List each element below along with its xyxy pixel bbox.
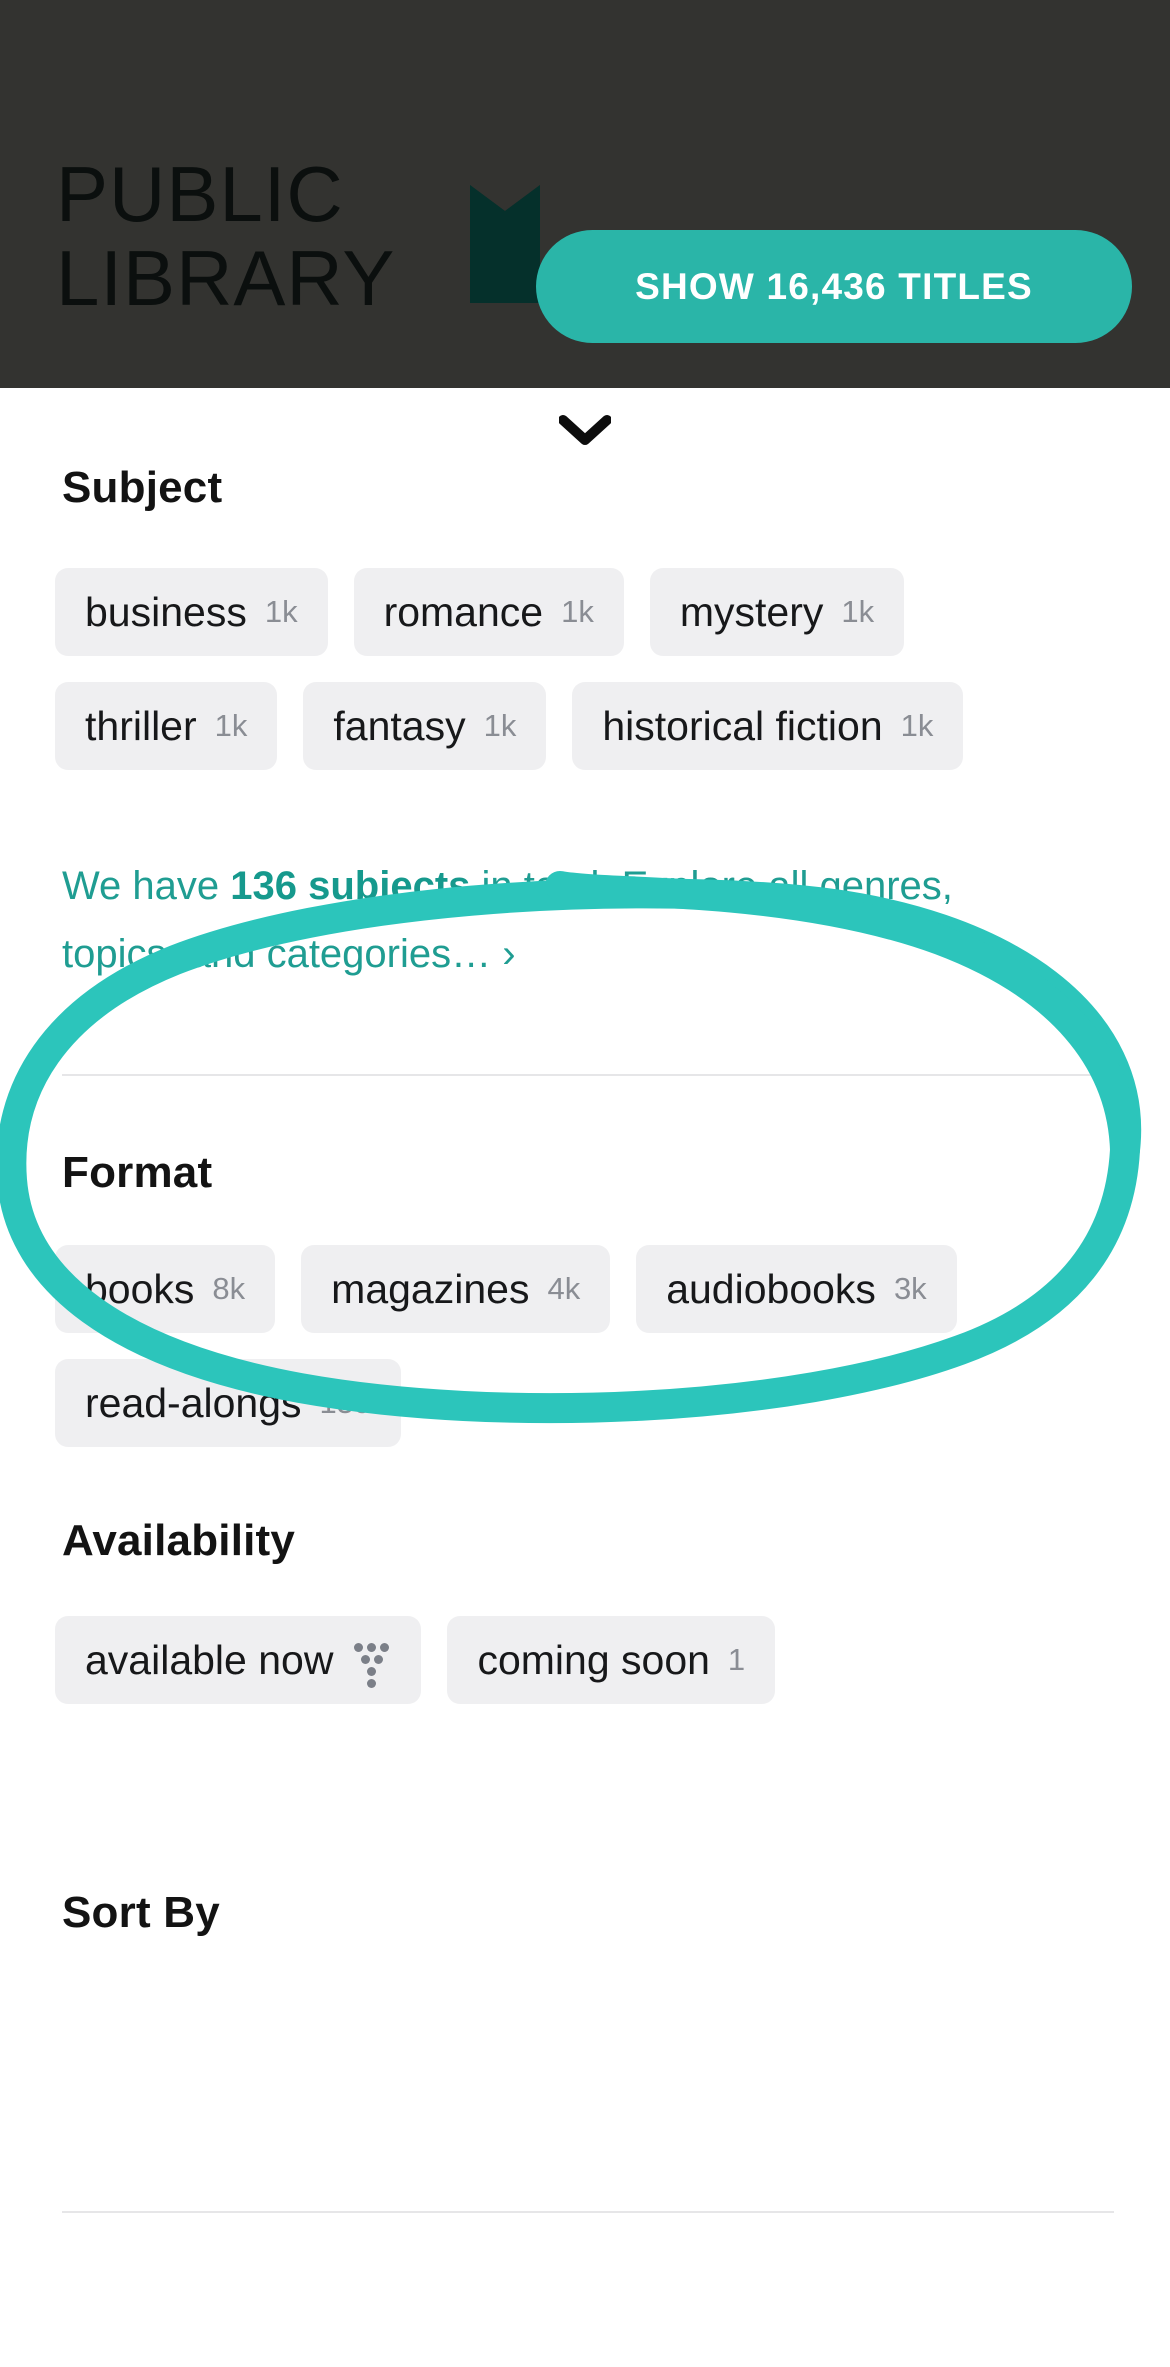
chip-label: books [85,1265,195,1312]
format-chip-magazines[interactable]: magazines 4k [301,1245,611,1333]
chip-count: 1k [900,708,934,743]
chip-label: business [85,588,247,635]
availability-chip-list: available now coming soon 1 [55,1616,1115,1704]
subject-section-title: Subject [62,463,223,512]
subject-chip-romance[interactable]: romance 1k [353,568,624,656]
chip-label: read-alongs [85,1379,302,1426]
app-header: PUBLIC LIBRARY SHOW 16,436 TITLES [0,0,1170,388]
subject-chip-historical-fiction[interactable]: historical fiction 1k [572,682,964,770]
chip-count: 1k [483,708,517,743]
brand-wordmark: PUBLIC LIBRARY [56,152,395,320]
chevron-right-icon: › [502,932,516,976]
chip-label: magazines [331,1265,530,1312]
chip-label: audiobooks [666,1265,876,1312]
chip-label: fantasy [333,702,466,749]
chip-label: mystery [679,588,824,635]
brand-line-1: PUBLIC [56,150,344,238]
divider [62,1074,1114,1076]
divider [62,2211,1114,2213]
filter-panel-screen: PUBLIC LIBRARY SHOW 16,436 TITLES Subjec… [0,0,1170,2367]
format-chip-list: books 8k magazines 4k audiobooks 3k read… [55,1245,1115,1447]
open-book-icon [470,185,540,303]
subject-chip-fantasy[interactable]: fantasy 1k [303,682,547,770]
explore-all-subjects-link[interactable]: We have 136 subjects in total. Explore a… [62,852,962,988]
chip-count: 1 [727,1642,746,1677]
subject-chip-list: business 1k romance 1k mystery 1k thrill… [55,568,1115,770]
subject-chip-business[interactable]: business 1k [55,568,328,656]
availability-chip-coming-soon[interactable]: coming soon 1 [447,1616,776,1704]
subject-chip-mystery[interactable]: mystery 1k [649,568,905,656]
chip-count: 1k [561,594,594,629]
availability-section-title: Availability [62,1516,296,1565]
chip-label: romance [383,588,544,635]
format-chip-books[interactable]: books 8k [55,1245,276,1333]
format-section-title: Format [62,1148,213,1197]
brand-line-2: LIBRARY [56,234,396,322]
sort-by-section-title: Sort By [62,1888,220,1937]
format-chip-read-alongs[interactable]: read-alongs 159 [55,1359,402,1447]
show-titles-button[interactable]: SHOW 16,436 TITLES [536,230,1132,343]
chip-count: 4k [547,1271,581,1306]
chip-count: 1k [841,594,875,629]
subject-divider-wrap [0,1074,1170,1076]
chip-label: coming soon [477,1636,710,1683]
chip-label: thriller [85,702,197,749]
chip-count: 159 [319,1385,372,1420]
format-chip-audiobooks[interactable]: audiobooks 3k [636,1245,957,1333]
format-divider-wrap [0,2211,1170,2213]
chip-count: 1k [264,594,298,629]
chip-count: 8k [212,1271,246,1306]
explore-prefix: We have [62,864,231,908]
availability-chip-available-now[interactable]: available now [55,1616,422,1704]
chip-label: available now [85,1636,334,1683]
chip-count: 3k [893,1271,927,1306]
chevron-down-icon[interactable] [559,415,611,445]
chip-count: 1k [214,708,248,743]
dot-cluster-loading-icon [351,1637,391,1688]
explore-subject-count: 136 subjects [230,864,471,908]
chip-label: historical fiction [602,702,883,749]
subject-chip-thriller[interactable]: thriller 1k [55,682,278,770]
